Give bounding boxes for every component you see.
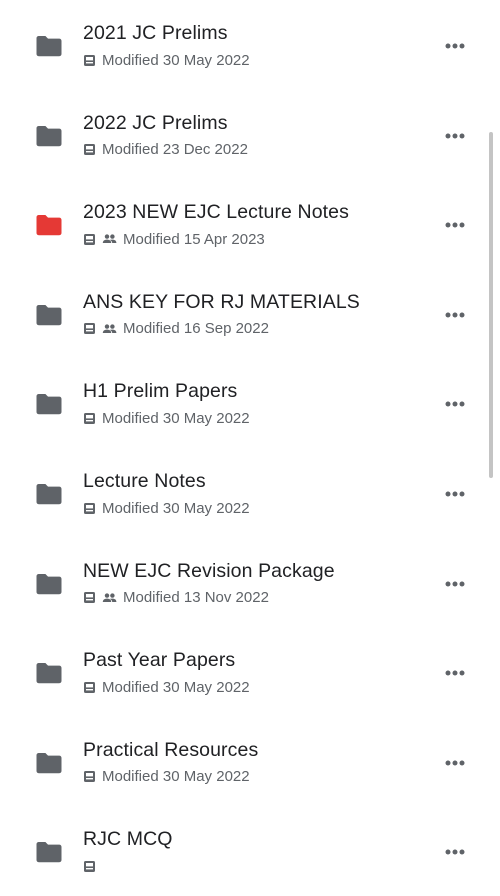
- folder-icon: [35, 304, 63, 326]
- folder-row[interactable]: ANS KEY FOR RJ MATERIALS Modified 16 Sep …: [0, 269, 500, 359]
- folder-name: 2022 JC Prelims: [83, 111, 228, 134]
- folder-row[interactable]: 2022 JC Prelims Modified 23 Dec 2022: [0, 90, 500, 180]
- offline-icon: [83, 770, 96, 783]
- folder-name: Past Year Papers: [83, 649, 236, 672]
- folder-icon: [35, 214, 63, 236]
- offline-icon: [83, 591, 96, 604]
- folder-icon: [35, 35, 63, 57]
- modified-date: Modified 23 Dec 2022: [102, 141, 248, 159]
- more-options-icon[interactable]: [440, 661, 470, 685]
- folder-name: RJC MCQ: [83, 828, 173, 851]
- offline-icon: [83, 502, 96, 515]
- offline-icon: [83, 233, 96, 246]
- folder-icon: [35, 752, 63, 774]
- folder-name: ANS KEY FOR RJ MATERIALS: [83, 290, 360, 313]
- folder-name: 2023 NEW EJC Lecture Notes: [83, 201, 349, 224]
- folder-row[interactable]: 2023 NEW EJC Lecture Notes Modified 15 Ap…: [0, 179, 500, 269]
- offline-icon: [83, 412, 96, 425]
- folder-row[interactable]: RJC MCQ: [0, 806, 500, 896]
- modified-date: Modified 30 May 2022: [102, 678, 250, 696]
- scrollbar[interactable]: [489, 132, 493, 478]
- offline-icon: [83, 54, 96, 67]
- modified-date: Modified 15 Apr 2023: [123, 230, 265, 248]
- folder-row[interactable]: Past Year Papers Modified 30 May 2022: [0, 627, 500, 717]
- folder-meta: [83, 857, 102, 875]
- folder-row[interactable]: 2021 JC Prelims Modified 30 May 2022: [0, 0, 500, 90]
- offline-icon: [83, 860, 96, 873]
- folder-meta: Modified 30 May 2022: [83, 51, 250, 69]
- folder-meta: Modified 16 Sep 2022: [83, 320, 269, 338]
- modified-date: Modified 30 May 2022: [102, 768, 250, 786]
- modified-date: Modified 30 May 2022: [102, 499, 250, 517]
- folder-meta: Modified 30 May 2022: [83, 678, 250, 696]
- folder-row[interactable]: H1 Prelim Papers Modified 30 May 2022: [0, 358, 500, 448]
- more-options-icon[interactable]: [440, 482, 470, 506]
- more-options-icon[interactable]: [440, 751, 470, 775]
- folder-row[interactable]: Practical Resources Modified 30 May 2022: [0, 717, 500, 807]
- folder-name: NEW EJC Revision Package: [83, 559, 335, 582]
- folder-name: 2021 JC Prelims: [83, 22, 228, 44]
- folder-name: Practical Resources: [83, 738, 259, 761]
- offline-icon: [83, 681, 96, 694]
- folder-name: H1 Prelim Papers: [83, 380, 238, 403]
- modified-date: Modified 30 May 2022: [102, 409, 250, 427]
- folder-icon: [35, 393, 63, 415]
- folder-meta: Modified 13 Nov 2022: [83, 589, 269, 607]
- modified-date: Modified 16 Sep 2022: [123, 320, 269, 338]
- folder-icon: [35, 841, 63, 863]
- folder-icon: [35, 483, 63, 505]
- folder-meta: Modified 30 May 2022: [83, 409, 250, 427]
- folder-icon: [35, 573, 63, 595]
- more-options-icon[interactable]: [440, 34, 470, 58]
- folder-meta: Modified 15 Apr 2023: [83, 230, 265, 248]
- folder-meta: Modified 30 May 2022: [83, 499, 250, 517]
- folder-meta: Modified 23 Dec 2022: [83, 141, 248, 159]
- folder-row[interactable]: Lecture Notes Modified 30 May 2022: [0, 448, 500, 538]
- more-options-icon[interactable]: [440, 392, 470, 416]
- shared-icon: [102, 233, 117, 245]
- more-options-icon[interactable]: [440, 124, 470, 148]
- folder-name: Lecture Notes: [83, 470, 206, 492]
- offline-icon: [83, 322, 96, 335]
- folder-meta: Modified 30 May 2022: [83, 768, 250, 786]
- offline-icon: [83, 143, 96, 156]
- more-options-icon[interactable]: [440, 213, 470, 237]
- shared-icon: [102, 323, 117, 335]
- more-options-icon[interactable]: [440, 303, 470, 327]
- more-options-icon[interactable]: [440, 840, 470, 864]
- modified-date: Modified 13 Nov 2022: [123, 589, 269, 607]
- folder-icon: [35, 125, 63, 147]
- folder-icon: [35, 662, 63, 684]
- modified-date: Modified 30 May 2022: [102, 51, 250, 69]
- more-options-icon[interactable]: [440, 572, 470, 596]
- folder-row[interactable]: NEW EJC Revision Package Modified 13 Nov …: [0, 538, 500, 628]
- shared-icon: [102, 592, 117, 604]
